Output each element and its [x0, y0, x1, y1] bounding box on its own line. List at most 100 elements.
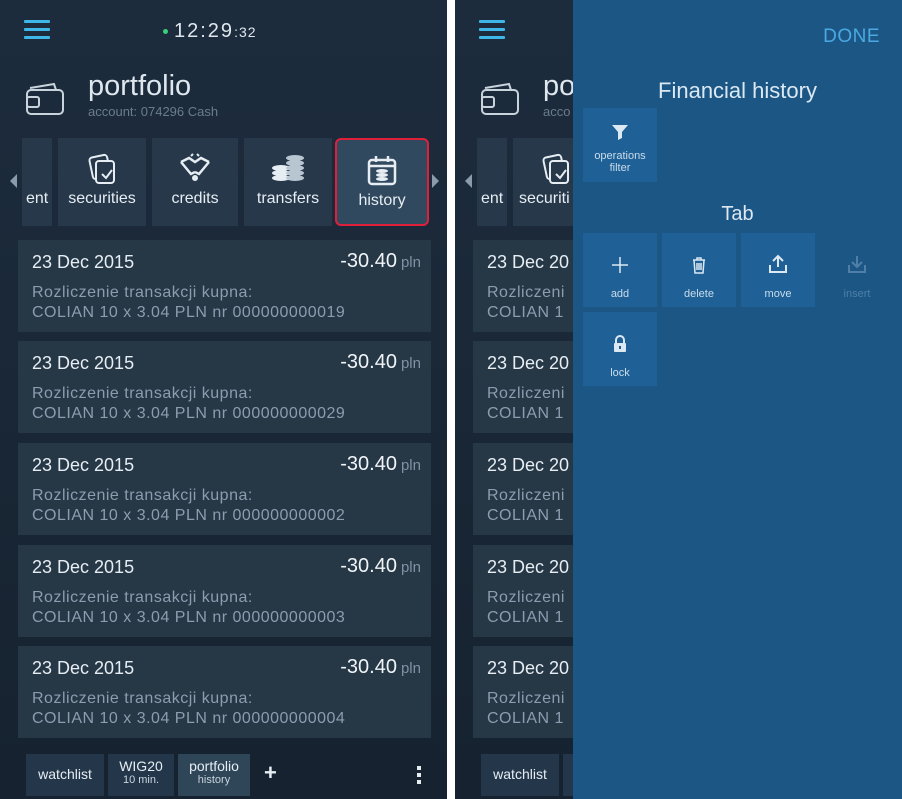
amount-value: -30.40 [340, 453, 397, 475]
bottom-tab-sublabel: history [197, 774, 231, 786]
done-button[interactable]: DONE [823, 26, 880, 48]
transaction-date: 23 Dec 2015 [32, 557, 135, 577]
function-tabbar: ent securities credits transfers history [0, 138, 447, 228]
lock-icon [583, 334, 657, 358]
scroll-right-icon[interactable] [432, 174, 439, 188]
transaction-desc-line1: Rozliczeni [487, 487, 565, 504]
transaction-card[interactable]: 23 Dec 2015 -30.40 pln Rozliczenie transa… [18, 646, 431, 738]
hamburger-menu-icon[interactable] [24, 20, 50, 40]
transaction-card[interactable]: 23 Dec 2015 -30.40 pln Rozliczenie transa… [18, 240, 431, 332]
transaction-desc-line1: Rozliczeni [487, 284, 565, 301]
transaction-date: 23 Dec 2015 [32, 658, 135, 678]
tab-securities-label: securiti [519, 190, 570, 207]
account-title: portfolio [88, 70, 192, 102]
delete-button[interactable]: delete [662, 233, 736, 307]
filter-icon [583, 122, 657, 146]
tab-partial-label: ent [481, 190, 504, 207]
amount-value: -30.40 [340, 555, 397, 577]
tab-history[interactable]: history [335, 138, 429, 226]
account-title: po [543, 70, 576, 102]
financial-history-panel: DONE Financial history operations filter … [573, 0, 902, 799]
account-subtitle: acco [543, 104, 571, 119]
transaction-date: 23 Dec 20 [487, 557, 570, 577]
connection-status-dot [163, 29, 168, 35]
tab-credits[interactable]: credits [152, 138, 238, 226]
screen-divider [447, 0, 455, 799]
transaction-desc-line1: Rozliczeni [487, 385, 565, 402]
tab-partial-label: ent [26, 190, 49, 207]
amount-currency: pln [400, 660, 421, 677]
lock-button[interactable]: lock [583, 312, 657, 386]
transaction-card[interactable]: 23 Dec 2015 -30.40 pln Rozliczenie transa… [18, 545, 431, 637]
bottom-tab-sublabel: 10 min. [122, 774, 160, 786]
amount-currency: pln [400, 559, 421, 576]
amount-currency: pln [400, 457, 421, 474]
transaction-desc-line2: COLIAN 1 [487, 304, 564, 321]
delete-label: delete [684, 288, 714, 300]
transaction-card[interactable]: 23 Dec 2015 -30.40 pln Rozliczenie transa… [18, 443, 431, 535]
transaction-desc-line2: COLIAN 1 [487, 405, 564, 422]
coins-icon [244, 152, 332, 186]
transaction-desc-line1: Rozliczenie transakcji kupna: [32, 589, 253, 606]
transaction-date: 23 Dec 2015 [32, 455, 135, 475]
transaction-desc-line2: COLIAN 10 x 3.04 PLN nr 000000000019 [32, 304, 346, 321]
move-label: move [764, 288, 792, 300]
tab-partial[interactable]: ent [22, 138, 52, 226]
transaction-amount: -30.40 pln [340, 453, 421, 476]
filter-label-line2: filter [609, 162, 631, 174]
bottom-tabbar: watchlist WIG20 10 min. portfolio histor… [0, 752, 447, 799]
insert-label: insert [843, 288, 871, 300]
transaction-desc-line2: COLIAN 1 [487, 507, 564, 524]
operations-filter-button[interactable]: operations filter [583, 108, 657, 182]
transaction-desc-line1: Rozliczenie transakcji kupna: [32, 284, 253, 301]
bottom-tab-label: watchlist [493, 766, 547, 782]
add-button[interactable]: add [583, 233, 657, 307]
calendar-history-icon [337, 154, 427, 188]
filter-label-line1: operations [594, 150, 646, 162]
bottom-tab-portfolio[interactable]: portfolio history [178, 754, 250, 796]
bottom-tab-watchlist[interactable]: watchlist [26, 754, 104, 796]
clock-seconds: :32 [234, 24, 257, 40]
transaction-amount: -30.40 pln [340, 250, 421, 273]
transaction-desc-line1: Rozliczenie transakcji kupna: [32, 385, 253, 402]
securities-icon [513, 152, 573, 186]
tab-transfers-label: transfers [256, 190, 320, 207]
scroll-left-icon[interactable] [465, 174, 472, 188]
hamburger-menu-icon[interactable] [479, 20, 505, 40]
bottom-tab-wig20[interactable]: WIG20 10 min. [108, 754, 174, 796]
panel-title: Financial history [658, 78, 817, 103]
wallet-icon [26, 82, 64, 115]
left-screen: 12:29:32 portfolio account: 074296 Cash … [0, 0, 447, 799]
transaction-amount: -30.40 pln [340, 555, 421, 578]
wallet-icon [481, 82, 519, 115]
amount-value: -30.40 [340, 656, 397, 678]
transaction-desc-line2: COLIAN 1 [487, 710, 564, 727]
tab-credits-label: credits [171, 190, 219, 207]
bottom-tab-watchlist[interactable]: watchlist [481, 754, 559, 796]
move-button[interactable]: move [741, 233, 815, 307]
tab-securities[interactable]: securities [58, 138, 146, 226]
lock-label: lock [610, 367, 630, 379]
transaction-desc-line1: Rozliczeni [487, 690, 565, 707]
transaction-desc-line2: COLIAN 10 x 3.04 PLN nr 000000000002 [32, 507, 346, 524]
transaction-date: 23 Dec 20 [487, 353, 570, 373]
transaction-date: 23 Dec 20 [487, 658, 570, 678]
section-title: Tab [721, 203, 754, 225]
more-options-icon[interactable] [417, 766, 423, 787]
transaction-date: 23 Dec 2015 [32, 353, 135, 373]
tab-securities[interactable]: securiti [513, 138, 573, 226]
transaction-desc-line2: COLIAN 10 x 3.04 PLN nr 000000000003 [32, 609, 346, 626]
tab-partial[interactable]: ent [477, 138, 507, 226]
transaction-amount: -30.40 pln [340, 351, 421, 374]
trash-icon [662, 255, 736, 279]
scroll-left-icon[interactable] [10, 174, 17, 188]
insert-button[interactable]: insert [820, 233, 894, 307]
bottom-tab-label: portfolio [189, 758, 239, 774]
account-subtitle: account: 074296 Cash [88, 104, 219, 119]
transaction-desc-line1: Rozliczenie transakcji kupna: [32, 487, 253, 504]
tab-transfers[interactable]: transfers [244, 138, 332, 226]
transaction-desc-line2: COLIAN 1 [487, 609, 564, 626]
add-tab-plus-icon[interactable]: + [264, 760, 277, 786]
tab-securities-label: securities [68, 190, 136, 207]
transaction-card[interactable]: 23 Dec 2015 -30.40 pln Rozliczenie transa… [18, 341, 431, 433]
